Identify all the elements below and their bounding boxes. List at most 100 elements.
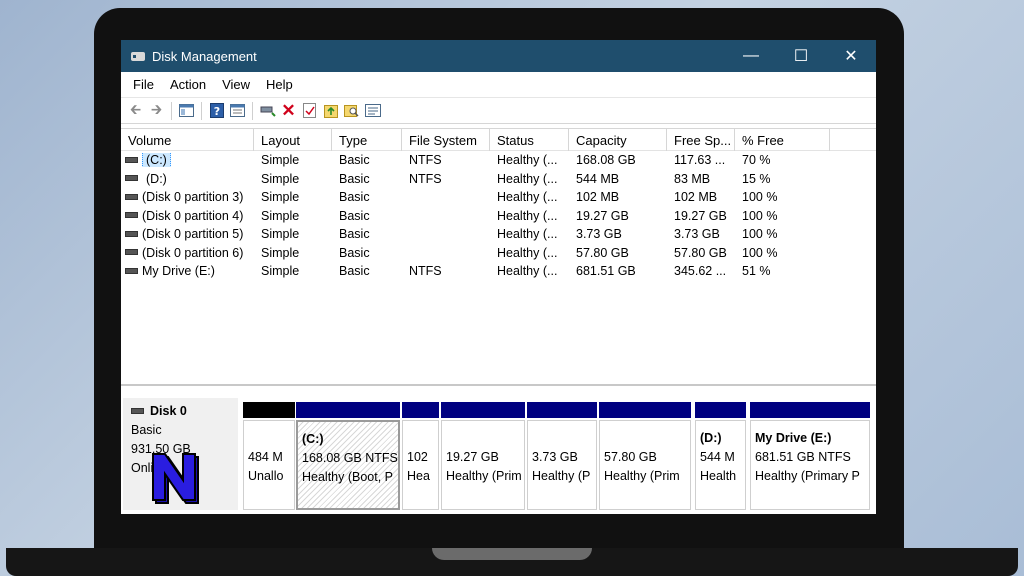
table-row[interactable]: (Disk 0 partition 4) Simple Basic Health… xyxy=(121,207,876,226)
partition-size: 3.73 GB xyxy=(532,450,578,464)
free-cell: 102 MB xyxy=(674,190,718,205)
type-cell: Basic xyxy=(339,153,370,168)
table-row[interactable]: (Disk 0 partition 3) Simple Basic Health… xyxy=(121,188,876,207)
free-cell: 3.73 GB xyxy=(674,227,720,242)
toolbar: 🡰 🡲 ? ✕ xyxy=(121,98,876,124)
search-folder-icon[interactable] xyxy=(341,101,362,121)
type-cell: Basic xyxy=(339,245,370,260)
pct-cell: 51 % xyxy=(742,264,771,279)
partition-6[interactable]: 57.80 GB Healthy (Prim xyxy=(599,402,691,510)
disk-type: Basic xyxy=(131,423,162,437)
table-row[interactable]: My Drive (E:) Simple Basic NTFS Healthy … xyxy=(121,262,876,281)
volume-name: (Disk 0 partition 5) xyxy=(142,227,244,242)
partition-status: Healthy (Boot, P xyxy=(302,470,394,484)
type-cell: Basic xyxy=(339,227,370,242)
table-row[interactable]: (C:) Simple Basic NTFS Healthy (... 168.… xyxy=(121,151,876,170)
partition-body: 3.73 GB Healthy (P xyxy=(527,420,597,510)
menu-help[interactable]: Help xyxy=(258,77,301,92)
partition-bar xyxy=(441,402,525,418)
partition-bar xyxy=(527,402,597,418)
menu-file[interactable]: File xyxy=(125,77,162,92)
partition-4[interactable]: 19.27 GB Healthy (Prim xyxy=(441,402,525,510)
partition-5[interactable]: 3.73 GB Healthy (P xyxy=(527,402,597,510)
column-layout[interactable]: Layout xyxy=(254,129,332,151)
close-button[interactable]: ✕ xyxy=(826,40,876,72)
table-row[interactable]: (Disk 0 partition 6) Simple Basic Health… xyxy=(121,244,876,263)
partition-body: 102 Hea xyxy=(402,420,439,510)
maximize-button[interactable]: ☐ xyxy=(776,40,826,72)
partition-status: Unallo xyxy=(248,469,284,483)
capacity-cell: 19.27 GB xyxy=(576,208,629,223)
list-icon[interactable] xyxy=(362,101,383,121)
column-status[interactable]: Status xyxy=(490,129,569,151)
console-tree-icon[interactable] xyxy=(176,101,197,121)
column-empty xyxy=(830,129,876,151)
disk-graphical-view: Disk 0 Basic 931.50 GB Online 484 M Unal… xyxy=(121,384,876,514)
partition-label xyxy=(446,429,520,448)
column-type[interactable]: Type xyxy=(332,129,402,151)
delete-icon[interactable]: ✕ xyxy=(278,101,299,121)
partition-label xyxy=(604,429,686,448)
drive-icon xyxy=(125,249,138,256)
check-icon[interactable] xyxy=(299,101,320,121)
status-cell: Healthy (... xyxy=(497,190,558,205)
volume-name: (Disk 0 partition 3) xyxy=(142,190,244,205)
menu-bar: File Action View Help xyxy=(121,72,876,98)
partition-e[interactable]: My Drive (E:) 681.51 GB NTFS Healthy (Pr… xyxy=(750,402,870,510)
partition-status: Health xyxy=(700,469,737,483)
connect-icon[interactable] xyxy=(257,101,278,121)
volume-list: Volume Layout Type File System Status Ca… xyxy=(121,128,876,382)
status-cell: Healthy (... xyxy=(497,227,558,242)
drive-icon xyxy=(125,156,138,163)
partition-d[interactable]: (D:) 544 M Health xyxy=(695,402,746,510)
type-cell: Basic xyxy=(339,208,370,223)
layout-cell: Simple xyxy=(261,208,300,223)
toolbar-separator xyxy=(252,101,253,120)
menu-view[interactable]: View xyxy=(214,77,258,92)
help-icon[interactable]: ? xyxy=(206,101,227,121)
menu-action[interactable]: Action xyxy=(162,77,214,92)
back-arrow-icon[interactable]: 🡰 xyxy=(125,101,146,121)
layout-cell: Simple xyxy=(261,227,300,242)
partition-status: Hea xyxy=(407,469,430,483)
capacity-cell: 57.80 GB xyxy=(576,245,629,260)
partition-c[interactable]: (C:) 168.08 GB NTFS Healthy (Boot, P xyxy=(296,402,400,510)
table-row[interactable]: (D:) Simple Basic NTFS Healthy (... 544 … xyxy=(121,170,876,189)
capacity-cell: 681.51 GB xyxy=(576,264,636,279)
pct-cell: 100 % xyxy=(742,190,778,205)
partition-body: 19.27 GB Healthy (Prim xyxy=(441,420,525,510)
partition-body: 57.80 GB Healthy (Prim xyxy=(599,420,691,510)
partition-3[interactable]: 102 Hea xyxy=(402,402,439,510)
capacity-cell: 102 MB xyxy=(576,190,620,205)
column-capacity[interactable]: Capacity xyxy=(569,129,667,151)
forward-arrow-icon[interactable]: 🡲 xyxy=(146,101,167,121)
partition-bar xyxy=(695,402,746,418)
toolbar-separator xyxy=(171,101,172,120)
column-volume[interactable]: Volume xyxy=(121,129,254,151)
column-free-space[interactable]: Free Sp... xyxy=(667,129,735,151)
table-row[interactable]: (Disk 0 partition 5) Simple Basic Health… xyxy=(121,225,876,244)
properties-icon[interactable] xyxy=(227,101,248,121)
pct-cell: 100 % xyxy=(742,245,778,260)
partition-unallocated[interactable]: 484 M Unallo xyxy=(243,402,295,510)
fs-cell: NTFS xyxy=(409,171,442,186)
type-cell: Basic xyxy=(339,264,370,279)
fs-cell: NTFS xyxy=(409,264,442,279)
status-cell: Healthy (... xyxy=(497,153,558,168)
column-file-system[interactable]: File System xyxy=(402,129,490,151)
volume-name: (C:) xyxy=(142,153,171,168)
partition-body: My Drive (E:) 681.51 GB NTFS Healthy (Pr… xyxy=(750,420,870,510)
free-cell: 83 MB xyxy=(674,171,711,186)
capacity-cell: 544 MB xyxy=(576,171,620,186)
column-percent-free[interactable]: % Free xyxy=(735,129,830,151)
partition-size: 19.27 GB xyxy=(446,450,499,464)
drive-icon xyxy=(125,230,138,237)
disk-icon xyxy=(131,407,144,414)
n-logo-icon xyxy=(152,453,199,504)
svg-text:?: ? xyxy=(213,105,219,118)
folder-up-icon[interactable] xyxy=(320,101,341,121)
partition-bar xyxy=(243,402,295,418)
layout-cell: Simple xyxy=(261,264,300,279)
drive-icon xyxy=(125,267,138,274)
minimize-button[interactable]: — xyxy=(726,40,776,72)
